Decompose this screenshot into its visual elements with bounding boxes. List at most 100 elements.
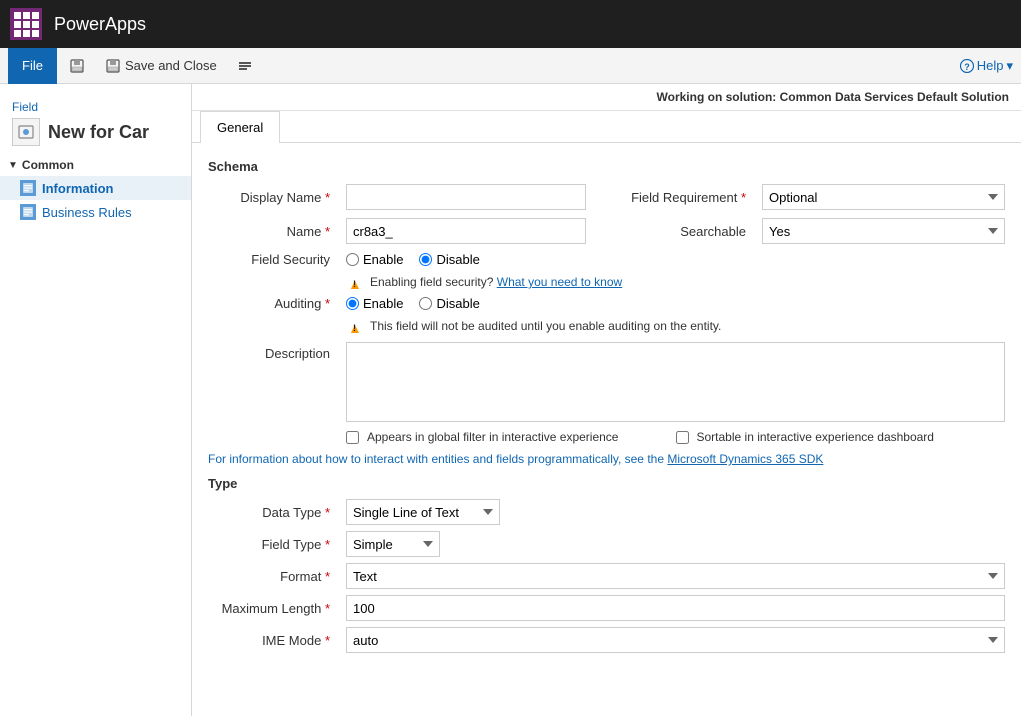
global-filter-label: Appears in global filter in interactive …: [367, 430, 618, 444]
sortable-checkbox[interactable]: [676, 431, 689, 444]
name-label: Name *: [208, 224, 338, 239]
help-button[interactable]: ? Help ▾: [960, 58, 1013, 74]
business-rules-label: Business Rules: [42, 205, 132, 220]
ime-mode-row: IME Mode * auto active inactive disabled: [208, 627, 1005, 653]
auditing-radio-group: Enable Disable: [346, 296, 480, 311]
name-input[interactable]: [346, 218, 586, 244]
save-icon-button[interactable]: [61, 54, 93, 78]
field-type-select[interactable]: Simple Calculated Rollup: [346, 531, 440, 557]
save-and-close-button[interactable]: Save and Close: [97, 54, 225, 78]
data-type-row: Data Type * Single Line of Text Multiple…: [208, 499, 1005, 525]
sidebar-item-information[interactable]: Information: [0, 176, 191, 200]
auditing-enable-radio[interactable]: [346, 297, 359, 310]
sortable-col: Sortable in interactive experience dashb…: [676, 430, 1006, 444]
max-length-row: Maximum Length *: [208, 595, 1005, 621]
information-label: Information: [42, 181, 114, 196]
searchable-label: Searchable: [594, 224, 754, 239]
tab-general[interactable]: General: [200, 111, 280, 143]
help-icon: ?: [960, 59, 974, 73]
toolbar: File Save and Close: [0, 48, 1021, 84]
sidebar-common-header: ▼ Common: [0, 150, 191, 176]
auditing-label: Auditing *: [208, 296, 338, 311]
warning-icon: [348, 276, 364, 292]
field-security-row: Field Security Enable Disable: [208, 252, 1005, 267]
ime-mode-select[interactable]: auto active inactive disabled: [346, 627, 1005, 653]
data-type-label: Data Type *: [208, 505, 338, 520]
solution-bar: Working on solution: Common Data Service…: [192, 84, 1021, 111]
collapse-icon: ▼: [8, 160, 18, 171]
content-area: Working on solution: Common Data Service…: [192, 84, 1021, 716]
description-textarea[interactable]: [346, 342, 1005, 422]
description-row: Description: [208, 342, 1005, 422]
field-security-warning-row: Enabling field security? What you need t…: [348, 275, 1005, 292]
field-type-row: Field Type * Simple Calculated Rollup: [208, 531, 1005, 557]
extra-icon: [237, 58, 253, 74]
file-button[interactable]: File: [8, 48, 57, 84]
info-link-text: For information about how to interact wi…: [208, 452, 664, 466]
sortable-label: Sortable in interactive experience dashb…: [697, 430, 934, 444]
field-security-warning-text: Enabling field security? What you need t…: [370, 275, 622, 289]
field-security-enable-radio[interactable]: [346, 253, 359, 266]
field-security-label: Field Security: [208, 252, 338, 267]
checkbox-group: Appears in global filter in interactive …: [346, 430, 1005, 444]
name-row: Name * Searchable Yes No: [208, 218, 1005, 244]
auditing-warning-text: This field will not be audited until you…: [370, 319, 721, 333]
auditing-row: Auditing * Enable Disable: [208, 296, 1005, 311]
global-filter-col: Appears in global filter in interactive …: [346, 430, 676, 444]
save-close-label: Save and Close: [125, 58, 217, 73]
field-requirement-label: Field Requirement *: [594, 190, 754, 205]
data-type-select[interactable]: Single Line of Text Multiple Lines of Te…: [346, 499, 500, 525]
schema-section-title: Schema: [208, 159, 1005, 174]
svg-text:?: ?: [964, 62, 970, 72]
information-icon: [20, 180, 36, 196]
app-title: PowerApps: [54, 14, 146, 35]
entity-label: Field: [12, 100, 179, 114]
auditing-warning-icon: [348, 320, 364, 336]
form-content: Schema Display Name * Field Requirement …: [192, 143, 1021, 671]
field-requirement-select[interactable]: Optional Business Recommended Business R…: [762, 184, 1005, 210]
display-name-label: Display Name *: [208, 190, 338, 205]
field-security-disable-radio[interactable]: [419, 253, 432, 266]
help-label: Help: [977, 58, 1004, 73]
global-filter-checkbox[interactable]: [346, 431, 359, 444]
save-close-icon: [105, 58, 121, 74]
entity-icon: [12, 118, 40, 146]
tab-general-label: General: [217, 120, 263, 135]
field-type-label: Field Type *: [208, 537, 338, 552]
format-select[interactable]: Text Email URL Ticker Symbol Phone: [346, 563, 1005, 589]
help-dropdown-icon: ▾: [1006, 58, 1013, 74]
save-icon: [69, 58, 85, 74]
common-label: Common: [22, 158, 74, 172]
field-security-radio-group: Enable Disable: [346, 252, 480, 267]
info-link-row: For information about how to interact wi…: [208, 452, 1005, 466]
field-security-link[interactable]: What you need to know: [497, 275, 622, 289]
waffle-icon[interactable]: [10, 8, 42, 40]
entity-title: New for Car: [48, 122, 149, 143]
ime-mode-label: IME Mode *: [208, 633, 338, 648]
main-layout: Field New for Car ▼ Common: [0, 84, 1021, 716]
sdk-link[interactable]: Microsoft Dynamics 365 SDK: [667, 452, 823, 466]
max-length-label: Maximum Length *: [208, 601, 338, 616]
auditing-enable-option[interactable]: Enable: [346, 296, 403, 311]
sidebar-item-business-rules[interactable]: Business Rules: [0, 200, 191, 224]
format-row: Format * Text Email URL Ticker Symbol Ph…: [208, 563, 1005, 589]
field-security-enable-option[interactable]: Enable: [346, 252, 403, 267]
auditing-warning-row: This field will not be audited until you…: [348, 319, 1005, 336]
auditing-disable-radio[interactable]: [419, 297, 432, 310]
description-label: Description: [208, 346, 338, 361]
extra-toolbar-button[interactable]: [229, 54, 261, 78]
auditing-disable-option[interactable]: Disable: [419, 296, 479, 311]
display-name-input[interactable]: [346, 184, 586, 210]
display-name-required: *: [325, 190, 330, 205]
field-security-disable-option[interactable]: Disable: [419, 252, 479, 267]
top-navigation: PowerApps: [0, 0, 1021, 48]
max-length-input[interactable]: [346, 595, 1005, 621]
searchable-select[interactable]: Yes No: [762, 218, 1005, 244]
type-section-title: Type: [208, 476, 1005, 491]
checkboxes-row: Appears in global filter in interactive …: [208, 430, 1005, 444]
display-name-row: Display Name * Field Requirement * Optio…: [208, 184, 1005, 210]
business-rules-icon: [20, 204, 36, 220]
format-label: Format *: [208, 569, 338, 584]
sidebar: Field New for Car ▼ Common: [0, 84, 192, 716]
tab-bar: General: [192, 111, 1021, 143]
